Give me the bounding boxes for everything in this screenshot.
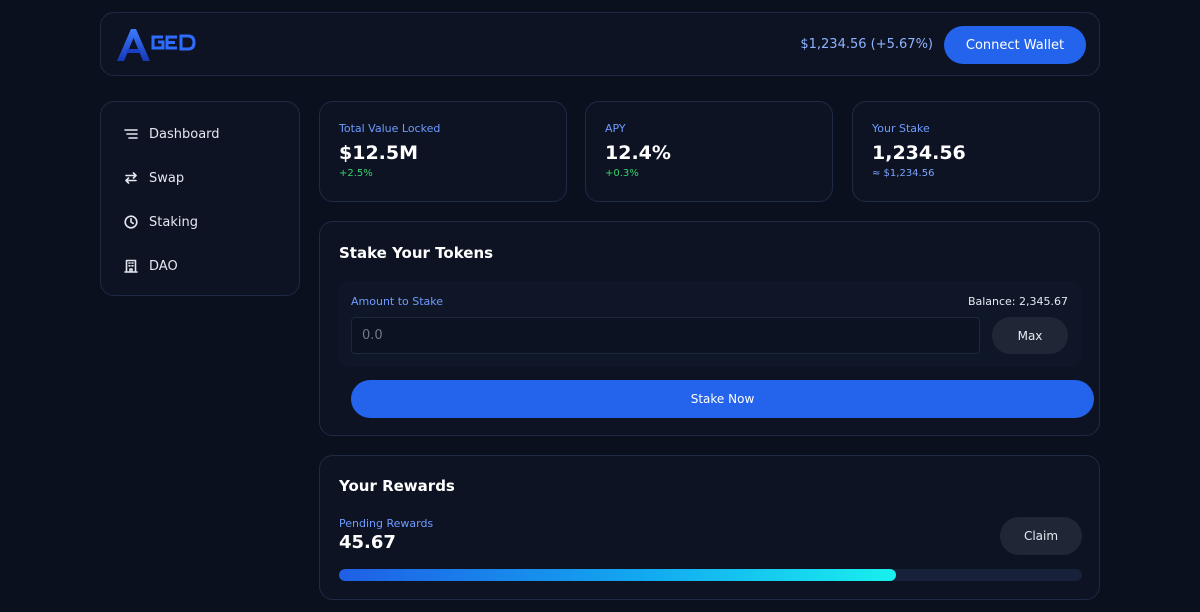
stat-card-apy: APY 12.4% +0.3% <box>585 101 833 202</box>
stake-amount-input[interactable] <box>351 317 980 354</box>
sidebar-item-staking[interactable]: Staking <box>101 200 299 244</box>
stake-panel: Stake Your Tokens Amount to Stake Balanc… <box>319 221 1100 436</box>
stake-input-group: Amount to Stake Balance: 2,345.67 Max <box>338 281 1082 367</box>
sidebar-item-label: DAO <box>149 258 178 274</box>
stat-value: 1,234.56 <box>872 142 966 164</box>
sidebar-item-dashboard[interactable]: Dashboard <box>101 112 299 156</box>
sidebar: Dashboard Swap Staking DAO <box>100 101 300 296</box>
claim-button[interactable]: Claim <box>1000 517 1082 555</box>
stat-usd-equivalent: ≈ $1,234.56 <box>872 168 935 179</box>
stat-label: Total Value Locked <box>339 122 441 135</box>
connect-wallet-button[interactable]: Connect Wallet <box>944 26 1086 64</box>
stake-now-button[interactable]: Stake Now <box>351 380 1094 418</box>
rewards-progress-fill <box>339 569 897 581</box>
wallet-balance: $1,234.56 (+5.67%) <box>800 37 933 52</box>
stat-change: +0.3% <box>605 168 639 179</box>
sidebar-item-label: Dashboard <box>149 126 220 142</box>
stat-card-your-stake: Your Stake 1,234.56 ≈ $1,234.56 <box>852 101 1100 202</box>
building-icon <box>123 258 139 274</box>
stat-value: $12.5M <box>339 142 419 164</box>
clock-icon <box>123 214 139 230</box>
balance-label: Balance: 2,345.67 <box>967 295 1068 308</box>
top-header: $1,234.56 (+5.67%) Connect Wallet <box>100 12 1100 76</box>
stat-value: 12.4% <box>605 142 671 164</box>
pending-rewards-value: 45.67 <box>339 532 396 553</box>
stat-card-tvl: Total Value Locked $12.5M +2.5% <box>319 101 567 202</box>
stat-change: +2.5% <box>339 168 373 179</box>
max-button[interactable]: Max <box>992 317 1068 354</box>
stat-label: Your Stake <box>872 122 930 135</box>
rewards-progress-bar <box>339 569 1082 581</box>
stat-label: APY <box>605 122 626 135</box>
aged-finance-logo <box>115 25 205 65</box>
swap-arrows-icon <box>123 170 139 186</box>
amount-label: Amount to Stake <box>351 295 444 308</box>
rewards-panel-title: Your Rewards <box>339 477 455 495</box>
menu-lines-icon <box>123 126 139 142</box>
stake-panel-title: Stake Your Tokens <box>339 244 494 262</box>
pending-rewards-label: Pending Rewards <box>339 517 434 530</box>
sidebar-item-dao[interactable]: DAO <box>101 244 299 288</box>
sidebar-item-label: Swap <box>149 170 185 186</box>
sidebar-item-label: Staking <box>149 214 198 230</box>
rewards-panel: Your Rewards Pending Rewards 45.67 Claim <box>319 455 1100 600</box>
sidebar-item-swap[interactable]: Swap <box>101 156 299 200</box>
